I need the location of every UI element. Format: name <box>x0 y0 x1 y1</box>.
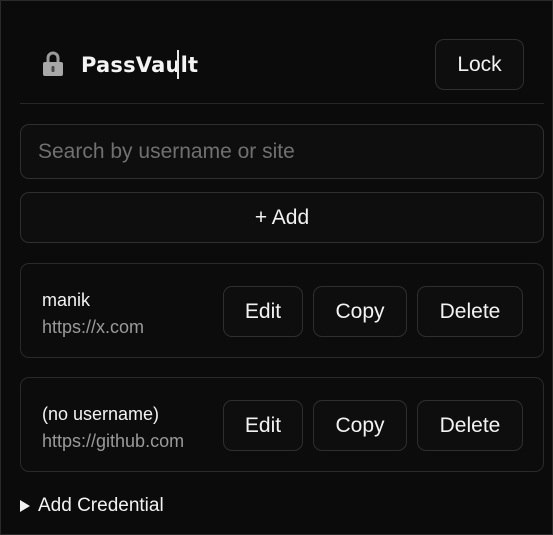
app-title: PassVault <box>81 53 199 77</box>
search-input[interactable] <box>20 124 544 179</box>
lock-button[interactable]: Lock <box>435 39 524 90</box>
credential-site: https://github.com <box>42 431 185 451</box>
app-window: PassVault Lock + Add manik https://x.com… <box>0 0 553 535</box>
disclosure-triangle-icon <box>20 500 30 512</box>
copy-button[interactable]: Copy <box>313 286 407 337</box>
copy-button[interactable]: Copy <box>313 400 407 451</box>
edit-button[interactable]: Edit <box>223 400 303 451</box>
credential-card: (no username) https://github.com Edit Co… <box>20 377 544 472</box>
credential-username: manik <box>42 290 91 310</box>
add-button[interactable]: + Add <box>20 192 544 243</box>
edit-button[interactable]: Edit <box>223 286 303 337</box>
header-divider <box>20 103 544 104</box>
delete-button[interactable]: Delete <box>417 400 523 451</box>
credential-card: manik https://x.com Edit Copy Delete <box>20 263 544 358</box>
add-credential-toggle[interactable]: Add Credential <box>20 495 164 517</box>
delete-button[interactable]: Delete <box>417 286 523 337</box>
credential-site: https://x.com <box>42 317 145 337</box>
credential-username: (no username) <box>42 404 160 424</box>
add-credential-label: Add Credential <box>38 495 164 516</box>
text-caret <box>177 50 179 79</box>
header: PassVault Lock <box>20 39 524 91</box>
lock-icon <box>43 51 63 76</box>
